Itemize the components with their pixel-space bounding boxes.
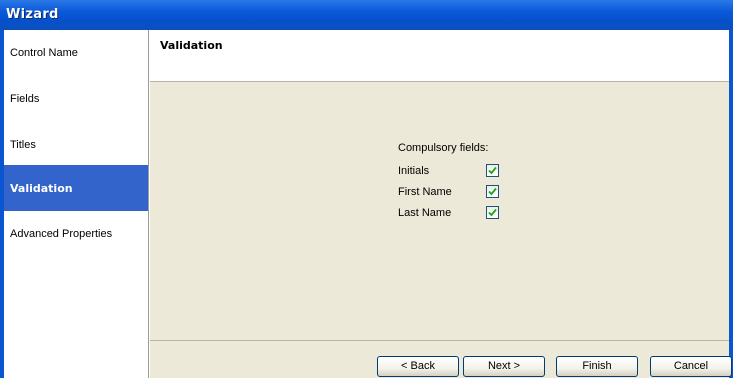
sidebar-item-label: Fields xyxy=(10,93,40,105)
compulsory-fields-label: Compulsory fields: xyxy=(398,142,489,154)
field-label: Initials xyxy=(398,165,430,177)
initials-checkbox[interactable] xyxy=(486,164,499,177)
wizard-sidebar: Control Name Fields Titles Validation Ad… xyxy=(4,30,149,378)
field-label: Last Name xyxy=(398,207,452,219)
sidebar-item-validation[interactable]: Validation xyxy=(4,165,148,211)
sidebar-item-label: Titles xyxy=(10,139,36,151)
sidebar-item-advanced-properties[interactable]: Advanced Properties xyxy=(4,211,148,257)
first-name-checkbox[interactable] xyxy=(486,185,499,198)
checkmark-icon xyxy=(488,208,497,217)
cancel-button[interactable]: Cancel xyxy=(650,356,732,377)
wizard-footer: < Back Next > Finish Cancel xyxy=(150,340,732,378)
back-button[interactable]: < Back xyxy=(377,356,459,377)
finish-button[interactable]: Finish xyxy=(556,356,638,377)
last-name-checkbox[interactable] xyxy=(486,206,499,219)
page-header: Validation xyxy=(150,30,729,82)
sidebar-item-label: Control Name xyxy=(10,47,78,59)
sidebar-item-titles[interactable]: Titles xyxy=(4,122,148,168)
page-title: Validation xyxy=(160,39,223,52)
checkmark-icon xyxy=(488,166,497,175)
sidebar-item-label: Advanced Properties xyxy=(10,228,113,240)
next-button[interactable]: Next > xyxy=(463,356,545,377)
window-titlebar[interactable]: Wizard xyxy=(0,0,733,30)
field-row-last-name: Last Name xyxy=(398,205,518,223)
window-frame-right xyxy=(729,30,733,378)
page-content: Compulsory fields: Initials First Name L… xyxy=(150,82,729,340)
sidebar-item-fields[interactable]: Fields xyxy=(4,76,148,122)
window-title: Wizard xyxy=(6,7,59,22)
field-row-first-name: First Name xyxy=(398,184,518,202)
checkmark-icon xyxy=(488,187,497,196)
sidebar-item-label: Validation xyxy=(10,182,73,195)
field-label: First Name xyxy=(398,186,452,198)
field-row-initials: Initials xyxy=(398,163,518,181)
sidebar-item-control-name[interactable]: Control Name xyxy=(4,30,148,76)
